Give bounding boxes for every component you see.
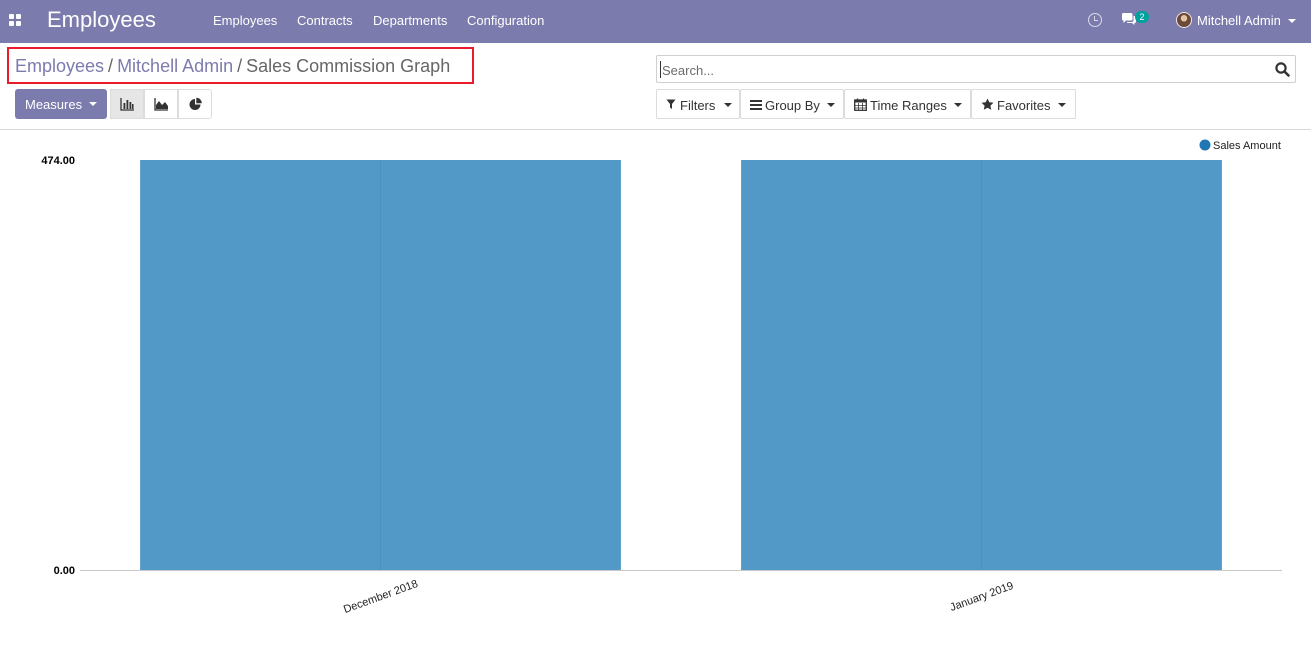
pie-chart-view-button[interactable] bbox=[178, 89, 212, 119]
caret-down-icon bbox=[724, 103, 732, 107]
legend-series-marker[interactable] bbox=[1199, 139, 1211, 151]
search-icon[interactable] bbox=[1275, 62, 1290, 77]
breadcrumb-current-page: Sales Commission Graph bbox=[246, 56, 451, 76]
favorites-label: Favorites bbox=[997, 98, 1051, 113]
bars-list-icon bbox=[750, 100, 762, 110]
caret-down-icon bbox=[89, 102, 97, 106]
user-avatar[interactable] bbox=[1176, 12, 1192, 28]
time-ranges-dropdown-button[interactable]: Time Ranges bbox=[844, 89, 971, 119]
breadcrumb: Employees / Mitchell Admin / Sales Commissio… bbox=[15, 56, 450, 77]
breadcrumb-separator: / bbox=[108, 56, 114, 76]
breadcrumb-mitchell-admin[interactable]: Mitchell Admin bbox=[117, 56, 233, 76]
filters-label: Filters bbox=[680, 98, 716, 113]
menu-employees[interactable]: Employees bbox=[213, 13, 277, 28]
caret-down-icon bbox=[954, 103, 962, 107]
line-chart-icon bbox=[154, 98, 168, 111]
activity-clock-icon[interactable] bbox=[1088, 13, 1102, 27]
user-menu-caret-icon[interactable] bbox=[1288, 19, 1296, 23]
calendar-icon bbox=[854, 98, 867, 111]
caret-down-icon bbox=[827, 103, 835, 107]
search-input[interactable] bbox=[662, 61, 1262, 79]
bar-chart-view-button[interactable] bbox=[110, 89, 144, 119]
menu-contracts[interactable]: Contracts bbox=[297, 13, 353, 28]
bar-chart-icon bbox=[120, 98, 134, 111]
x-tick-label: January 2019 bbox=[948, 580, 1015, 614]
messages-count-badge: 2 bbox=[1135, 11, 1149, 23]
time-ranges-label: Time Ranges bbox=[870, 98, 947, 113]
x-tick-labels: December 2018 January 2019 bbox=[342, 578, 1015, 616]
search-bar[interactable] bbox=[656, 55, 1296, 83]
breadcrumb-separator: / bbox=[237, 56, 243, 76]
measures-label: Measures bbox=[25, 97, 83, 112]
group-by-dropdown-button[interactable]: Group By bbox=[740, 89, 844, 119]
legend-series-label[interactable]: Sales Amount bbox=[1213, 140, 1281, 152]
top-navbar: Employees Employees Contracts Department… bbox=[0, 0, 1311, 43]
sales-commission-bar-chart: 474.00 0.00 December 2018 January 2019 Sa… bbox=[41, 139, 1282, 616]
menu-departments[interactable]: Departments bbox=[373, 13, 447, 28]
star-icon bbox=[981, 98, 994, 110]
x-tick-label: December 2018 bbox=[342, 578, 420, 616]
pie-chart-icon bbox=[189, 97, 202, 110]
group-by-label: Group By bbox=[765, 98, 820, 113]
search-text-cursor bbox=[660, 61, 661, 78]
y-tick-label-max: 474.00 bbox=[41, 155, 75, 167]
filters-dropdown-button[interactable]: Filters bbox=[656, 89, 740, 119]
filter-funnel-icon bbox=[666, 99, 676, 109]
bars-group bbox=[140, 160, 1222, 570]
user-menu-name[interactable]: Mitchell Admin bbox=[1197, 13, 1281, 28]
line-chart-view-button[interactable] bbox=[144, 89, 178, 119]
apps-menu-icon[interactable] bbox=[9, 14, 21, 26]
y-tick-label-zero: 0.00 bbox=[54, 565, 75, 577]
favorites-dropdown-button[interactable]: Favorites bbox=[971, 89, 1076, 119]
measures-dropdown-button[interactable]: Measures bbox=[15, 89, 107, 119]
menu-configuration[interactable]: Configuration bbox=[467, 13, 544, 28]
caret-down-icon bbox=[1058, 103, 1066, 107]
app-title[interactable]: Employees bbox=[47, 7, 156, 33]
breadcrumb-employees[interactable]: Employees bbox=[15, 56, 104, 76]
